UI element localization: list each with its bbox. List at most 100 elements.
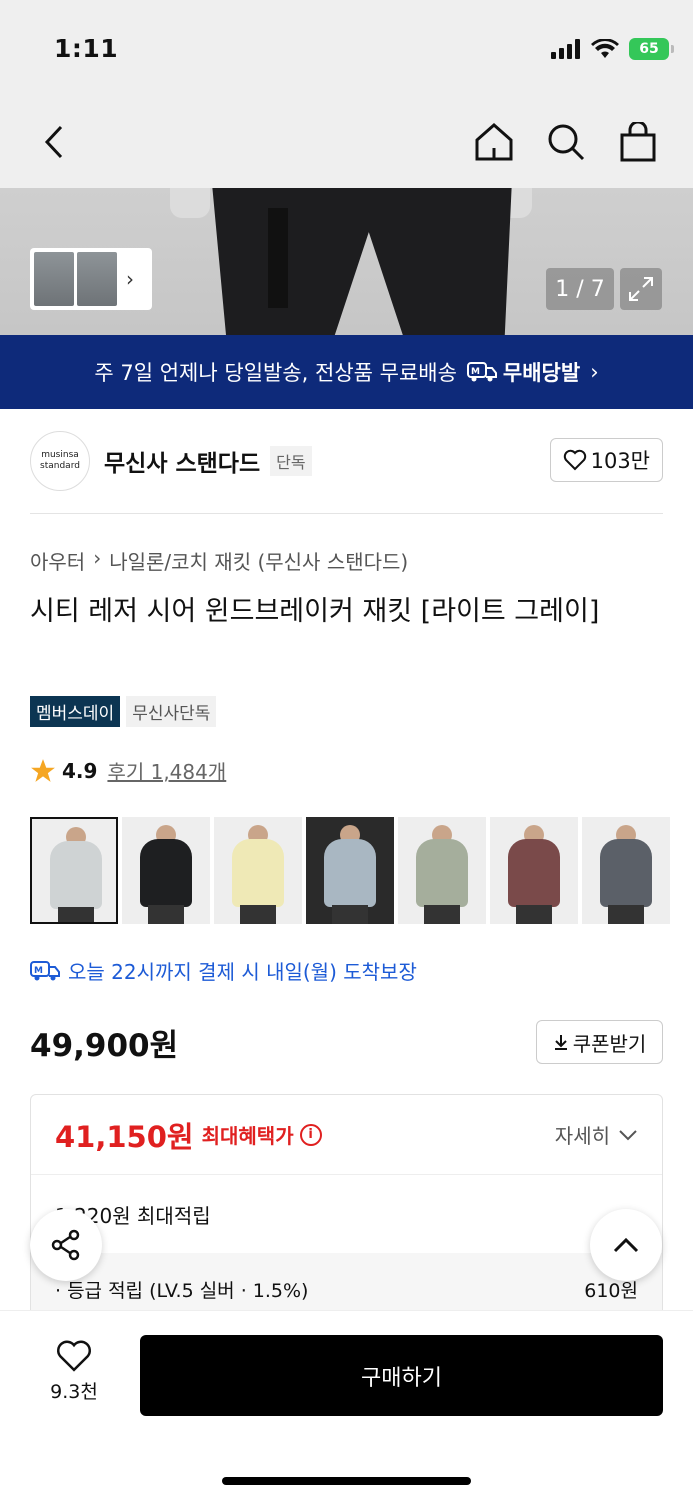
color-option[interactable]: [582, 817, 670, 924]
chevron-down-icon: [619, 1129, 637, 1140]
signal-icon: [551, 39, 580, 59]
banner-brand-label: 무배당발: [502, 361, 581, 385]
status-icons: 65: [551, 38, 674, 60]
gallery-thumbnails[interactable]: ›: [30, 248, 152, 310]
color-option[interactable]: [398, 817, 486, 924]
delivery-truck-icon: M: [466, 362, 497, 382]
members-day-badge: 멤버스데이: [30, 696, 121, 727]
color-swatch: [416, 839, 468, 907]
bottom-action-bar: 9.3천 구매하기: [0, 1310, 693, 1500]
coupon-label: 쿠폰받기: [572, 1031, 647, 1056]
chevron-right-icon: ›: [126, 267, 134, 291]
free-shipping-banner[interactable]: 주 7일 언제나 당일발송, 전상품 무료배송 M 무배당발 ›: [0, 335, 693, 409]
color-option[interactable]: [122, 817, 210, 924]
share-icon: [51, 1229, 80, 1261]
chevron-left-icon: [44, 125, 63, 159]
color-option[interactable]: [306, 817, 394, 924]
exclusive-badge: 무신사단독: [126, 696, 217, 727]
heart-icon: [563, 449, 586, 471]
coupon-button[interactable]: 쿠폰받기: [536, 1020, 663, 1064]
model-legs: [240, 905, 276, 924]
brand-like-button[interactable]: 103만: [549, 438, 663, 482]
benefit-box: 41,150원 최대혜택가 i 자세히 1,220원 최대적립 · 등급 적립 …: [30, 1094, 663, 1324]
divider: [30, 513, 663, 514]
scroll-top-button[interactable]: [590, 1209, 662, 1281]
home-indicator: [222, 1477, 471, 1485]
brand-logo[interactable]: musinsa standard: [30, 431, 90, 491]
banner-text: 주 7일 언제나 당일발송, 전상품 무료배송: [94, 361, 457, 385]
delivery-guarantee: M 오늘 22시까지 결제 시 내일(월) 도착보장: [30, 956, 417, 985]
color-option[interactable]: [490, 817, 578, 924]
search-icon: [548, 124, 585, 161]
chevron-right-icon: ›: [590, 360, 599, 384]
heart-icon: [57, 1340, 91, 1372]
rating-row: 4.9 후기 1,484개: [30, 756, 226, 785]
wishlist-count: 9.3천: [50, 1381, 98, 1403]
model-legs: [58, 907, 94, 922]
best-price-label: 최대혜택가: [201, 1124, 294, 1148]
expand-icon: [629, 277, 653, 301]
image-counter: 1 / 7: [546, 268, 614, 310]
brand-exclusive-tag: 단독: [270, 446, 312, 476]
detail-label: 자세히: [554, 1124, 610, 1148]
wifi-icon: [591, 39, 619, 58]
color-option[interactable]: [30, 817, 118, 924]
expand-button[interactable]: [620, 268, 662, 310]
hero-product-image: [212, 188, 512, 335]
model-legs: [148, 905, 184, 924]
banner-brand: M 무배당발: [466, 357, 581, 387]
shopping-bag-icon: [620, 122, 656, 162]
product-badges: 멤버스데이 무신사단독: [30, 696, 217, 727]
hero-image-detail: [268, 208, 288, 308]
back-button[interactable]: [34, 120, 74, 164]
model-legs: [424, 905, 460, 924]
brand-like-count: 103만: [590, 449, 650, 473]
breadcrumb-category[interactable]: 아우터: [30, 546, 85, 575]
rating-score: 4.9: [62, 758, 98, 783]
wishlist-button[interactable]: 9.3천: [36, 1339, 112, 1404]
original-price: 49,900원: [30, 1028, 179, 1064]
best-price-row: 41,150원 최대혜택가 i 자세히: [31, 1095, 662, 1175]
search-button[interactable]: [545, 120, 587, 164]
nav-actions: [473, 120, 659, 164]
hero-image-detail: [170, 188, 210, 218]
info-icon[interactable]: i: [299, 1123, 322, 1146]
svg-text:M: M: [34, 966, 43, 976]
product-image-carousel[interactable]: › 1 / 7: [0, 188, 693, 335]
color-swatch: [50, 841, 102, 909]
color-swatch: [140, 839, 192, 907]
home-button[interactable]: [473, 120, 515, 164]
svg-text:M: M: [471, 367, 480, 377]
buy-button[interactable]: 구매하기: [140, 1335, 663, 1416]
top-nav: [0, 100, 693, 188]
breadcrumb: 아우터 › 나일론/코치 재킷 (무신사 스탠다드): [30, 546, 408, 575]
chevron-right-icon: ›: [93, 546, 102, 570]
color-option[interactable]: [214, 817, 302, 924]
star-icon: [31, 758, 55, 782]
gallery-thumb[interactable]: [34, 252, 74, 306]
chevron-up-icon: [613, 1237, 639, 1253]
detail-toggle[interactable]: 자세히: [555, 1120, 638, 1149]
home-icon: [475, 122, 513, 161]
reviews-link[interactable]: 후기 1,484개: [107, 756, 226, 785]
color-swatch: [324, 839, 376, 907]
battery-indicator: 65: [629, 38, 674, 60]
share-button[interactable]: [30, 1209, 102, 1281]
model-legs: [516, 905, 552, 924]
model-legs: [332, 905, 368, 924]
model-legs: [608, 905, 644, 924]
delivery-truck-icon: M: [30, 960, 60, 980]
delivery-text: 오늘 22시까지 결제 시 내일(월) 도착보장: [68, 960, 417, 984]
color-options: [30, 817, 670, 924]
status-bar: 1:11 65: [0, 0, 693, 100]
brand-name[interactable]: 무신사 스탠다드: [104, 444, 260, 478]
grade-points-label: · 등급 적립 (LV.5 실버 · 1.5%): [55, 1279, 309, 1302]
gallery-thumb[interactable]: [77, 252, 117, 306]
download-icon: [554, 1035, 567, 1050]
color-swatch: [232, 839, 284, 907]
breadcrumb-subcategory[interactable]: 나일론/코치 재킷 (무신사 스탠다드): [109, 546, 408, 575]
points-row: 1,220원 최대적립: [55, 1203, 211, 1228]
color-swatch: [508, 839, 560, 907]
brand-logo-line: musinsa: [41, 450, 79, 460]
cart-button[interactable]: [617, 120, 659, 164]
